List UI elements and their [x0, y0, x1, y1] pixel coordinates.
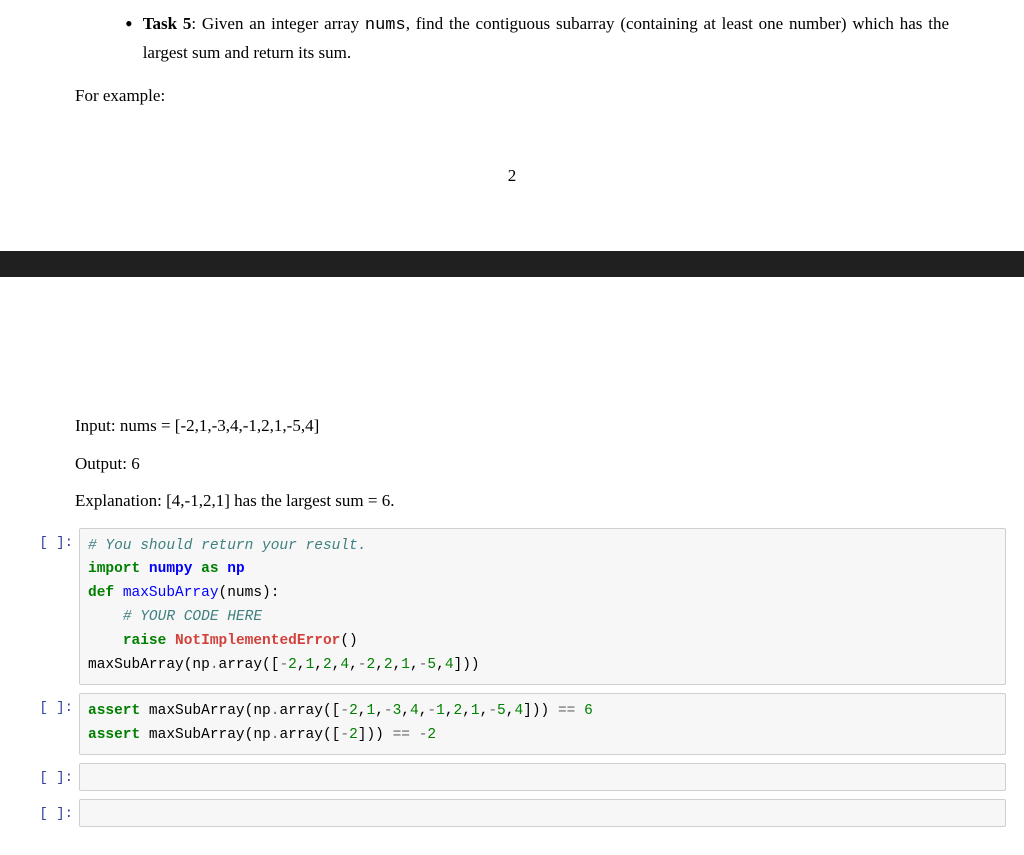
kw-assert: assert [88, 703, 140, 719]
task-text-1: : Given an integer array [191, 14, 365, 33]
task-text: Task 5: Given an integer array nums, fin… [143, 10, 949, 66]
result: 6 [584, 703, 593, 719]
input-prompt: [ ]: [18, 763, 79, 786]
task-label: Task 5 [143, 14, 192, 33]
dot: . [210, 657, 219, 673]
module-np: np [227, 561, 244, 577]
example-block: Input: nums = [-2,1,-3,4,-1,2,1,-5,4] Ou… [0, 407, 1024, 519]
input-prompt: [ ]: [18, 799, 79, 822]
func-params: (nums): [219, 585, 280, 601]
end: ])) [454, 657, 480, 673]
example-explanation: Explanation: [4,-1,2,1] has the largest … [75, 482, 949, 519]
bullet-icon: • [125, 13, 133, 35]
mid: ])) [358, 727, 393, 743]
task-inline-code: nums [365, 16, 406, 35]
notebook-cell-4[interactable]: [ ]: [18, 799, 1006, 827]
notebook-cell-1[interactable]: [ ]: # You should return your result. im… [18, 528, 1006, 686]
notebook-cell-3[interactable]: [ ]: [18, 763, 1006, 791]
call: maxSubArray(np [149, 703, 271, 719]
for-example-text: For example: [75, 86, 949, 106]
notebook-cell-2[interactable]: [ ]: assert maxSubArray(np.array([-2,1,-… [18, 693, 1006, 755]
code-input-empty[interactable] [79, 763, 1006, 791]
example-output: Output: 6 [75, 445, 949, 482]
task-bullet-item: • Task 5: Given an integer array nums, f… [125, 10, 949, 66]
kw-def: def [88, 585, 114, 601]
page-gap [0, 277, 1024, 407]
example-input: Input: nums = [-2,1,-3,4,-1,2,1,-5,4] [75, 407, 949, 444]
arr: array([ [279, 703, 340, 719]
mid: ])) [523, 703, 558, 719]
err-class: NotImplementedError [175, 633, 340, 649]
task-section: • Task 5: Given an integer array nums, f… [0, 10, 1024, 106]
kw-as: as [201, 561, 218, 577]
arr: array([ [279, 727, 340, 743]
call: maxSubArray(np [88, 657, 210, 673]
paren: () [340, 633, 357, 649]
input-prompt: [ ]: [18, 693, 79, 716]
func-name: maxSubArray [123, 585, 219, 601]
eq: == [393, 727, 410, 743]
page-divider [0, 251, 1024, 277]
code-input[interactable]: # You should return your result. import … [79, 528, 1006, 686]
code-input[interactable]: assert maxSubArray(np.array([-2,1,-3,4,-… [79, 693, 1006, 755]
kw-import: import [88, 561, 140, 577]
call: maxSubArray(np [149, 727, 271, 743]
input-prompt: [ ]: [18, 528, 79, 551]
page-number: 2 [0, 106, 1024, 251]
arr: array([ [219, 657, 280, 673]
notebook-area: [ ]: # You should return your result. im… [0, 528, 1024, 855]
kw-raise: raise [123, 633, 167, 649]
code-comment: # You should return your result. [88, 538, 366, 554]
module-numpy: numpy [149, 561, 193, 577]
kw-assert: assert [88, 727, 140, 743]
code-comment-2: # YOUR CODE HERE [123, 609, 262, 625]
code-input-empty[interactable] [79, 799, 1006, 827]
eq: == [558, 703, 575, 719]
